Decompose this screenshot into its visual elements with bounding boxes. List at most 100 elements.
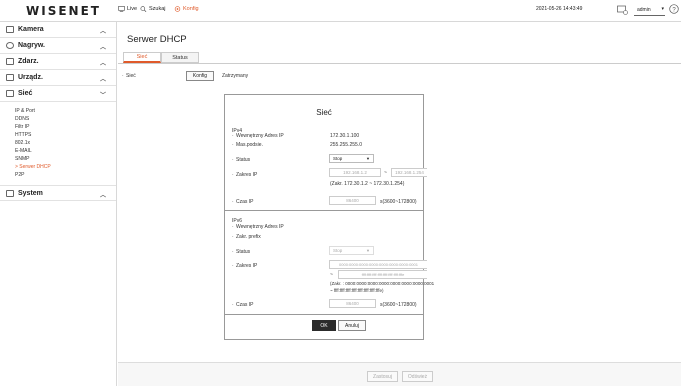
ipv6-status-select[interactable]: Stop ▼ (329, 246, 374, 255)
top-bar: WISENET Live Szukaj Konfig 2021-05-26 14… (0, 0, 681, 22)
ipv4-lease-input[interactable]: 86400 (329, 196, 376, 205)
camera-icon (6, 26, 14, 33)
dialog-title: Sieć (316, 108, 332, 117)
tab-network[interactable]: Sieć (123, 52, 161, 63)
main-content: Serwer DHCP Sieć Status · Sieć Konfig Za… (118, 22, 681, 386)
ok-button[interactable]: OK (312, 320, 336, 331)
section-divider (225, 210, 423, 211)
tab-status[interactable]: Status (161, 52, 199, 63)
sidebar-section-label: Kamera (18, 26, 44, 33)
ipv4-range-label: Zakres IP (236, 172, 258, 178)
nav-search-label: Szukaj (149, 6, 166, 12)
ipv6-status-value: Stop (333, 248, 343, 253)
sidebar-item-https[interactable]: HTTPS (15, 131, 116, 139)
ipv4-mask-label: Mas.podsie. (236, 142, 263, 148)
ipv4-range-separator: ~ (384, 170, 387, 176)
sidebar-item-p2p[interactable]: P2P (15, 171, 116, 179)
caret-down-icon: ▼ (366, 156, 370, 161)
gear-icon (174, 6, 181, 12)
ipv4-status-value: Stop (333, 156, 343, 161)
monitor-icon (118, 6, 125, 12)
sidebar-section-label: Sieć (18, 90, 33, 97)
sidebar-item-snmp[interactable]: SNMP (15, 155, 116, 163)
record-icon (6, 42, 14, 49)
sidebar-section-zdarz[interactable]: Zdarz. ︿ (0, 54, 116, 70)
dhcp-state: Zatrzymany (222, 73, 249, 79)
chevron-down-icon: ▾ (661, 6, 664, 12)
notification-icon[interactable] (617, 5, 628, 15)
config-button[interactable]: Konfig (186, 71, 214, 81)
ipv4-internal-ip-label: Wewnętrzny Adres IP (236, 133, 284, 139)
sidebar-network-list: IP & Port DDNS Filtr IP HTTPS 802.1x E-M… (0, 102, 116, 185)
ipv4-status-label: Status (236, 157, 251, 163)
search-icon (140, 6, 147, 12)
chevron-up-icon: ︿ (99, 45, 106, 51)
ipv6-range-end-input[interactable]: ffff:ffff:ffff:ffff:ffff:ffff:ffff:fffe (338, 270, 427, 279)
sidebar-section-urzadz[interactable]: Urządz. ︿ (0, 70, 116, 86)
network-dialog: Sieć IPv4 · Wewnętrzny Adres IP 172.30.1… (224, 94, 434, 340)
row-bullet: · (122, 73, 124, 79)
chevron-up-icon: ︿ (99, 77, 106, 83)
sidebar-section-system[interactable]: System ︿ (0, 185, 116, 201)
cancel-button[interactable]: Anuluj (338, 320, 366, 331)
ipv4-lease-hint: s(3600~172800) (380, 199, 417, 205)
device-icon (6, 74, 14, 81)
ipv6-prefix-label: Zakr. prefix (236, 234, 261, 240)
sidebar: Kamera ︿ Nagryw. ︿ Zdarz. ︿ Urządz. ︿ Sieć ﹀ … (0, 22, 117, 386)
sidebar-item-ip-port[interactable]: IP & Port (15, 107, 116, 115)
field-bullet: · (232, 157, 234, 163)
sidebar-item-ip-filter[interactable]: Filtr IP (15, 123, 116, 131)
apply-button[interactable]: Zastosuj (367, 371, 398, 382)
tab-divider (118, 63, 681, 64)
field-bullet: · (232, 234, 234, 240)
help-icon[interactable]: ? (669, 4, 679, 14)
nav-config[interactable]: Konfig (174, 6, 199, 12)
nav-live[interactable]: Live (118, 6, 137, 12)
chevron-up-icon: ︿ (99, 193, 106, 199)
sidebar-item-email[interactable]: E-MAIL (15, 147, 116, 155)
sidebar-section-label: Nagryw. (18, 42, 45, 49)
ipv6-lease-hint: s(3600~172800) (380, 302, 417, 308)
sidebar-section-label: System (18, 189, 43, 197)
ipv6-internal-ip-label: Wewnętrzny Adres IP (236, 224, 284, 230)
row-label-network: Sieć (126, 73, 136, 79)
field-bullet: · (232, 263, 234, 269)
ipv6-lease-input[interactable]: 86400 (329, 299, 376, 308)
sidebar-item-dhcp-server[interactable]: > Serwer DHCP (15, 163, 116, 171)
field-bullet: · (232, 224, 234, 230)
ipv4-status-select[interactable]: Stop ▼ (329, 154, 374, 163)
sidebar-section-label: Urządz. (18, 74, 43, 81)
nav-config-label: Konfig (183, 6, 199, 12)
ipv6-range-hint-1: (Zakr. : 0000:0000:0000:0000:0000:0000:0… (330, 281, 435, 286)
sidebar-section-kamera[interactable]: Kamera ︿ (0, 22, 116, 38)
field-bullet: · (232, 172, 234, 178)
refresh-button[interactable]: Odśwież (402, 371, 433, 382)
user-name: admin (637, 7, 651, 13)
network-icon (6, 90, 14, 97)
ipv4-mask-value: 255.255.255.0 (330, 142, 362, 148)
ipv4-range-end-input[interactable]: 192.168.1.254 (391, 168, 427, 177)
ipv6-lease-label: Czas IP (236, 302, 254, 308)
sidebar-item-8021x[interactable]: 802.1x (15, 139, 116, 147)
datetime: 2021-05-26 14:43:49 (536, 6, 583, 12)
ipv6-status-label: Status (236, 249, 251, 255)
nav-search[interactable]: Szukaj (140, 6, 166, 12)
event-icon (6, 58, 14, 65)
ipv6-range-separator: ~ (330, 272, 333, 278)
sidebar-item-ddns[interactable]: DDNS (15, 115, 116, 123)
footer-bar: Zastosuj Odśwież (118, 362, 681, 386)
ipv4-lease-label: Czas IP (236, 199, 254, 205)
system-icon (6, 189, 14, 197)
ipv4-range-start-input[interactable]: 192.168.1.2 (329, 168, 381, 177)
field-bullet: · (232, 133, 234, 139)
sidebar-section-siec[interactable]: Sieć ﹀ (0, 86, 116, 102)
chevron-up-icon: ︿ (99, 29, 106, 35)
user-dropdown[interactable]: admin ▾ (634, 4, 665, 16)
svg-text:?: ? (672, 7, 676, 13)
field-bullet: · (232, 249, 234, 255)
ipv6-range-start-input[interactable]: 0000:0000:0000:0000:0000:0000:0000:0001 (329, 260, 427, 269)
field-bullet: · (232, 199, 234, 205)
page-title: Serwer DHCP (127, 34, 187, 45)
field-bullet: · (232, 302, 234, 308)
sidebar-section-nagryw[interactable]: Nagryw. ︿ (0, 38, 116, 54)
